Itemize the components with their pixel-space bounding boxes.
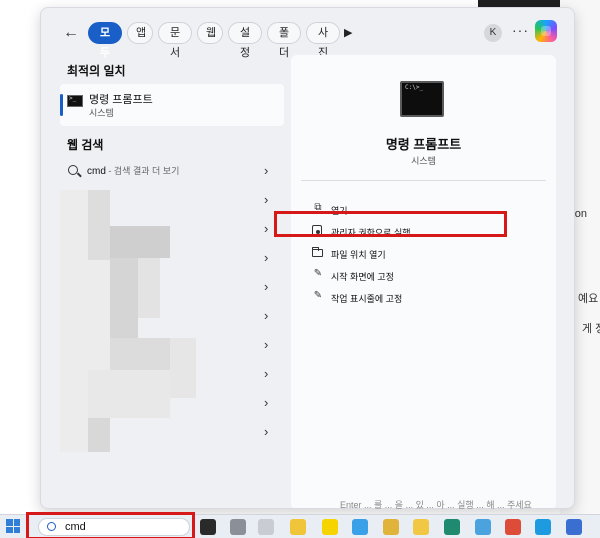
start-menu-search-panel: ← 모두 앱 문서 웹 설정 폴더 사진 ▶ K ··· 최적의 일치 명령 프… (40, 7, 575, 509)
best-match-heading: 최적의 일치 (67, 64, 126, 78)
copilot-icon[interactable] (535, 20, 557, 42)
web-search-query-text: cmd - 검색 결과 더 보기 (87, 164, 179, 177)
web-search-result[interactable]: cmd - 검색 결과 더 보기 (60, 160, 284, 186)
background-bottom-text: Enter ... 를 ... 을 ... 있 ... 아 ... 실행 ...… (340, 500, 532, 510)
chevron-right-icon[interactable]: › (264, 395, 268, 410)
filter-chip-all[interactable]: 모두 (88, 22, 122, 59)
chevron-right-icon[interactable]: › (264, 279, 268, 294)
printer-icon[interactable] (230, 519, 246, 535)
best-match-title: 명령 프롬프트 (89, 94, 153, 106)
background-text-2: 게 정 (582, 323, 600, 335)
web-search-query-suffix: - 검색 결과 더 보기 (105, 166, 180, 176)
action-label: 파일 위치 열기 (331, 250, 386, 260)
selection-accent (60, 94, 63, 116)
action-open-file-location[interactable]: 파일 위치 열기 (291, 244, 556, 264)
search-icon (68, 165, 78, 175)
highlight-run-as-admin (274, 211, 507, 237)
best-match-item[interactable]: 명령 프롬프트 시스템 (60, 84, 284, 126)
chevron-right-icon[interactable]: › (264, 337, 268, 352)
more-options-button[interactable]: ··· (512, 22, 529, 38)
weather-icon[interactable] (352, 519, 368, 535)
best-match-subtitle: 시스템 (89, 108, 114, 118)
folder-icon (312, 247, 323, 257)
filter-chip-apps[interactable]: 앱 (127, 22, 153, 44)
filter-chip-web[interactable]: 웹 (197, 22, 223, 44)
chevron-right-icon[interactable]: › (264, 250, 268, 265)
pin-icon: ✎ (313, 268, 323, 279)
app-subtitle: 시스템 (411, 156, 436, 166)
app-icon[interactable] (258, 519, 274, 535)
web-search-heading: 웹 검색 (67, 138, 104, 152)
app-icon[interactable] (383, 519, 399, 535)
action-label: 작업 표시줄에 고정 (331, 294, 403, 304)
chevron-right-icon[interactable]: › (264, 366, 268, 381)
back-arrow-icon[interactable]: ← (63, 24, 79, 42)
chevron-right-icon[interactable]: › (264, 221, 268, 236)
taskview-icon[interactable] (200, 519, 216, 535)
file-explorer-icon[interactable] (413, 519, 429, 535)
filter-chip-documents[interactable]: 문서 (158, 22, 192, 59)
pin-icon: ✎ (313, 290, 323, 301)
chevron-right-icon[interactable]: › (264, 424, 268, 439)
highlight-taskbar-search (26, 512, 195, 538)
filter-chip-settings[interactable]: 설정 (228, 22, 262, 59)
store-icon[interactable] (566, 519, 582, 535)
kakao-icon[interactable] (322, 519, 338, 535)
avatar[interactable]: K (484, 24, 502, 42)
app-icon[interactable] (290, 519, 306, 535)
background-text-1: 예요 (578, 293, 599, 305)
web-search-query: cmd (87, 166, 106, 177)
command-prompt-icon (400, 81, 444, 117)
chrome-icon[interactable] (505, 519, 521, 535)
more-filters-play-icon[interactable]: ▶ (344, 26, 352, 39)
refresh-app-icon[interactable] (475, 519, 491, 535)
filter-chip-photos[interactable]: 사진 (306, 22, 340, 59)
chevron-right-icon[interactable]: › (264, 192, 268, 207)
chevron-right-icon[interactable]: › (264, 163, 268, 178)
action-label: 시작 화면에 고정 (331, 272, 394, 282)
command-prompt-icon (67, 95, 83, 107)
app-icon[interactable] (444, 519, 460, 535)
app-title: 명령 프롬프트 (385, 137, 462, 152)
windows-start-icon[interactable] (6, 519, 20, 533)
app-details-panel: 명령 프롬프트 시스템 ⧉ 열기 관리자 권한으로 실행 파일 위치 열기 ✎ … (291, 55, 556, 508)
divider (301, 180, 546, 181)
edge-icon[interactable] (535, 519, 551, 535)
chevron-right-icon[interactable]: › (264, 308, 268, 323)
filter-chip-folders[interactable]: 폴더 (267, 22, 301, 59)
blurred-results (60, 190, 210, 452)
action-pin-to-start[interactable]: ✎ 시작 화면에 고정 (291, 266, 556, 286)
filter-bar: ← 모두 앱 문서 웹 설정 폴더 사진 ▶ K ··· (41, 20, 574, 59)
action-pin-to-taskbar[interactable]: ✎ 작업 표시줄에 고정 (291, 288, 556, 308)
